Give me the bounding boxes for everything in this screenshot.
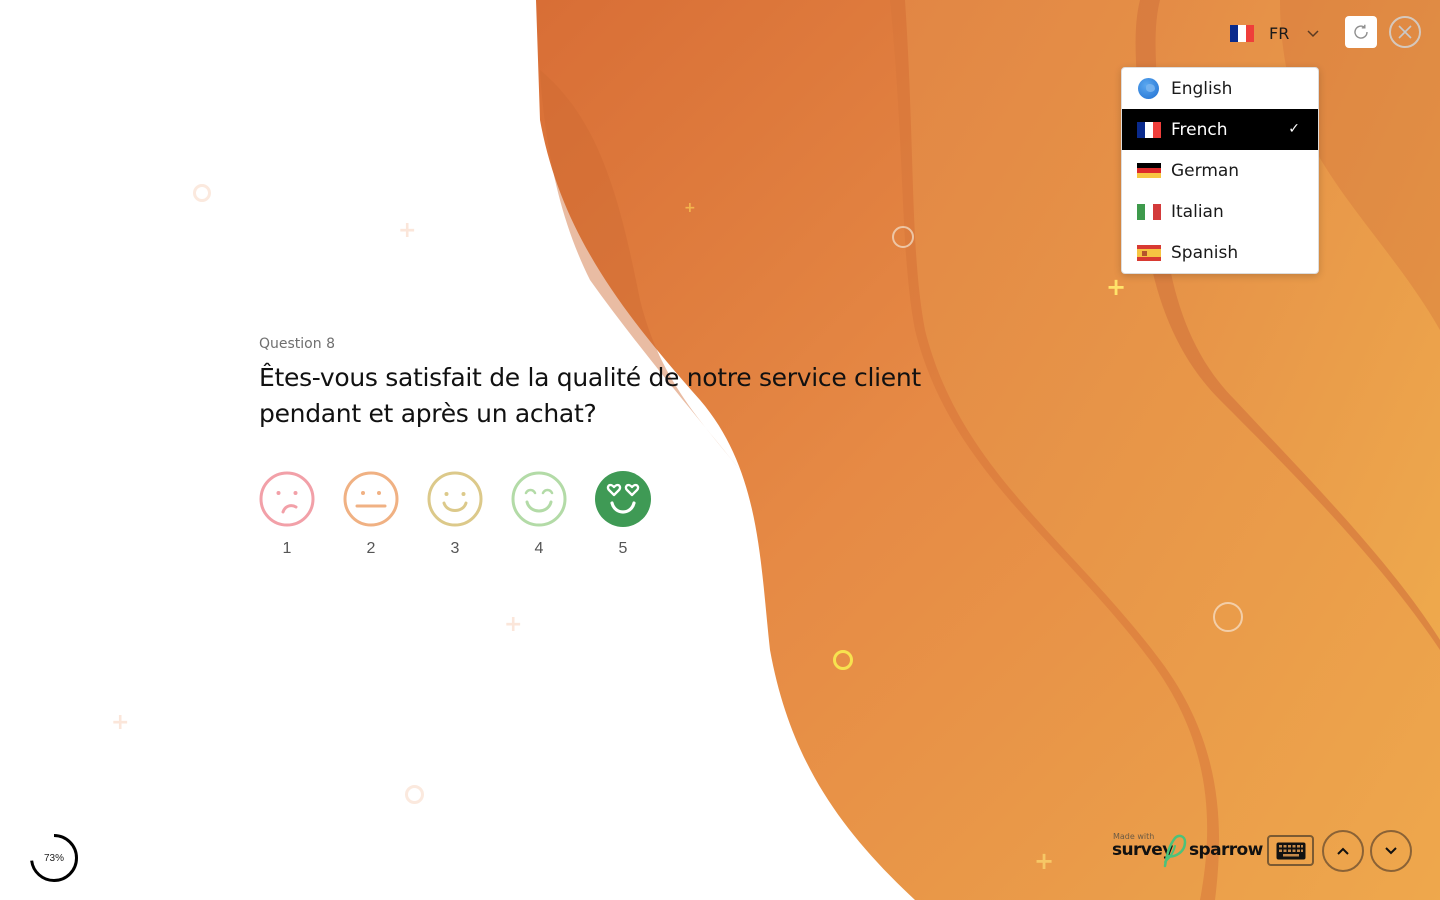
language-option-label: French (1171, 119, 1228, 140)
progress-indicator: 73% (29, 833, 79, 883)
smile-face-icon (427, 471, 483, 527)
language-option-french[interactable]: French ✓ (1122, 109, 1318, 150)
check-icon: ✓ (1288, 121, 1300, 137)
chevron-down-icon (1385, 847, 1397, 855)
decor-ring (1213, 602, 1243, 632)
heart-eyes-face-icon (595, 471, 651, 527)
decor-ring (405, 785, 424, 804)
chevron-up-icon (1337, 847, 1349, 855)
decor-plus: + (1034, 847, 1055, 875)
decor-ring (892, 226, 914, 248)
previous-question-button[interactable] (1322, 830, 1364, 872)
refresh-icon (1354, 24, 1368, 39)
chevron-down-icon (1307, 30, 1319, 38)
decor-plus: + (1106, 273, 1127, 301)
rating-option-3[interactable]: 3 (427, 471, 483, 558)
language-option-italian[interactable]: Italian (1122, 191, 1318, 232)
language-option-german[interactable]: German (1122, 150, 1318, 191)
refresh-button[interactable] (1345, 16, 1377, 48)
globe-icon (1138, 78, 1159, 99)
rating-option-2[interactable]: 2 (343, 471, 399, 558)
rating-option-label: 1 (282, 540, 292, 557)
rating-option-5[interactable]: 5 (595, 471, 651, 558)
question-title: Êtes-vous satisfait de la qualité de not… (259, 363, 921, 428)
language-option-label: Italian (1171, 201, 1224, 222)
question-number: Question 8 (259, 336, 335, 352)
sad-face-icon (259, 471, 315, 527)
decor-ring (193, 184, 211, 202)
decor-plus: + (398, 218, 417, 243)
rating-option-label: 4 (534, 540, 544, 557)
survey-page: + + + + + + FR English French ✓ German I… (0, 0, 1440, 900)
keyboard-icon (1276, 842, 1305, 859)
rating-option-label: 3 (450, 540, 460, 557)
neutral-face-icon (343, 471, 399, 527)
progress-label: 73% (43, 852, 64, 864)
brand-logo[interactable]: Made with survey sparrow (1112, 832, 1263, 872)
decor-plus: + (684, 200, 696, 216)
smiley-rating: 1 2 3 4 5 (259, 471, 651, 558)
rating-option-1[interactable]: 1 (259, 471, 315, 558)
decor-plus: + (504, 612, 523, 637)
rating-option-label: 5 (618, 540, 628, 557)
language-option-english[interactable]: English (1122, 68, 1318, 109)
language-option-label: German (1171, 160, 1240, 181)
sparrow-logo-icon (1163, 834, 1187, 868)
rating-option-label: 2 (366, 540, 376, 557)
language-option-label: English (1171, 78, 1233, 99)
next-question-button[interactable] (1370, 830, 1412, 872)
language-code: FR (1269, 23, 1290, 43)
decor-plus: + (111, 710, 130, 735)
decor-ring (833, 650, 853, 670)
language-option-spanish[interactable]: Spanish (1122, 232, 1318, 273)
keyboard-shortcuts-button[interactable] (1267, 835, 1314, 866)
brand-name-part2: sparrow (1189, 840, 1263, 860)
close-icon (1398, 25, 1412, 39)
flag-it-icon (1137, 203, 1161, 220)
flag-fr-icon (1230, 24, 1254, 42)
flag-es-icon (1137, 244, 1161, 261)
language-menu: English French ✓ German Italian Spanish (1121, 67, 1319, 274)
rating-option-4[interactable]: 4 (511, 471, 567, 558)
flag-de-icon (1137, 162, 1161, 179)
close-button[interactable] (1389, 16, 1421, 48)
grin-face-icon (511, 471, 567, 527)
flag-fr-icon (1137, 121, 1161, 138)
language-toggle[interactable]: FR (1230, 20, 1319, 46)
language-option-label: Spanish (1171, 242, 1239, 263)
